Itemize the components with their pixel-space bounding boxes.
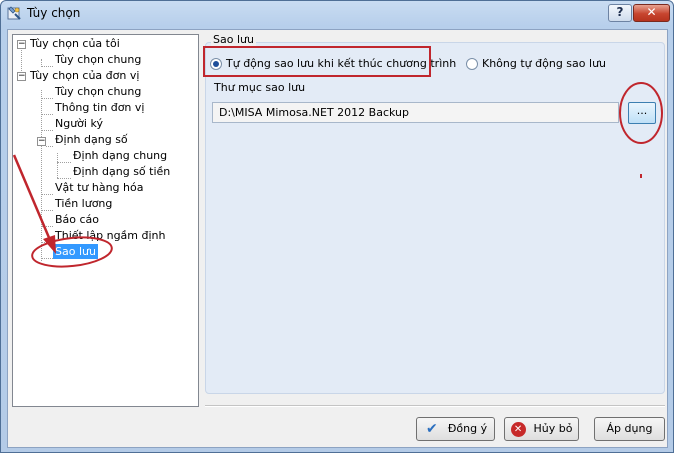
manual-backup-radio[interactable] [466, 58, 478, 70]
tree-item-backup[interactable]: Sao lưu [53, 244, 98, 259]
manual-backup-option[interactable]: Không tự động sao lưu [466, 56, 606, 72]
collapse-icon[interactable]: − [17, 40, 26, 49]
options-app-icon [7, 6, 21, 20]
backup-folder-input[interactable] [212, 102, 619, 123]
dialog-body: − Tùy chọn của tôi Tùy chọn chung − Tùy … [7, 29, 668, 448]
collapse-icon[interactable]: − [17, 72, 26, 81]
cancel-button[interactable]: ✕ Hủy bỏ [504, 417, 579, 441]
tree-item-currency-format[interactable]: Định dạng số tiền [73, 164, 170, 179]
tree-item-signer[interactable]: Người ký [55, 116, 103, 131]
backup-panel [205, 42, 665, 394]
tree-item-inventory[interactable]: Vật tư hàng hóa [55, 180, 143, 195]
tree-item-unit-info[interactable]: Thông tin đơn vị [55, 100, 144, 115]
ok-button[interactable]: ✔ Đồng ý [416, 417, 495, 441]
tree-item-my-options[interactable]: Tùy chọn của tôi [30, 36, 120, 51]
tree-item-reports[interactable]: Báo cáo [55, 212, 99, 227]
apply-button[interactable]: Áp dụng [594, 417, 665, 441]
browse-folder-button[interactable]: ... [628, 102, 656, 124]
tree-item-general-format[interactable]: Định dạng chung [73, 148, 167, 163]
options-tree[interactable]: − Tùy chọn của tôi Tùy chọn chung − Tùy … [12, 34, 199, 407]
backup-folder-label: Thư mục sao lưu [214, 81, 306, 94]
auto-backup-label: Tự động sao lưu khi kết thúc chương trìn… [226, 57, 457, 70]
close-button[interactable]: ✕ [633, 4, 670, 22]
title-bar[interactable]: Tùy chọn ? ✕ [1, 1, 673, 27]
collapse-icon[interactable]: − [37, 137, 46, 146]
auto-backup-option[interactable]: Tự động sao lưu khi kết thúc chương trìn… [210, 56, 456, 72]
auto-backup-radio[interactable] [210, 58, 222, 70]
check-icon: ✔ [426, 421, 438, 437]
tree-item-defaults[interactable]: Thiết lập ngầm định [55, 228, 166, 243]
window-title: Tùy chọn [27, 6, 81, 20]
tree-item-unit-options[interactable]: Tùy chọn của đơn vị [30, 68, 139, 83]
tree-item-unit-general[interactable]: Tùy chọn chung [55, 84, 141, 99]
tree-item-my-general[interactable]: Tùy chọn chung [55, 52, 141, 67]
tree-item-payroll[interactable]: Tiền lương [55, 196, 112, 211]
backup-group-title: Sao lưu [211, 33, 256, 46]
manual-backup-label: Không tự động sao lưu [482, 57, 607, 70]
footer-separator [205, 405, 665, 407]
tree-item-number-format[interactable]: Định dạng số [55, 132, 128, 147]
cancel-icon: ✕ [510, 421, 526, 437]
options-dialog: Tùy chọn ? ✕ − Tùy chọn của tôi Tùy chọn… [0, 0, 674, 453]
help-button[interactable]: ? [608, 4, 632, 22]
